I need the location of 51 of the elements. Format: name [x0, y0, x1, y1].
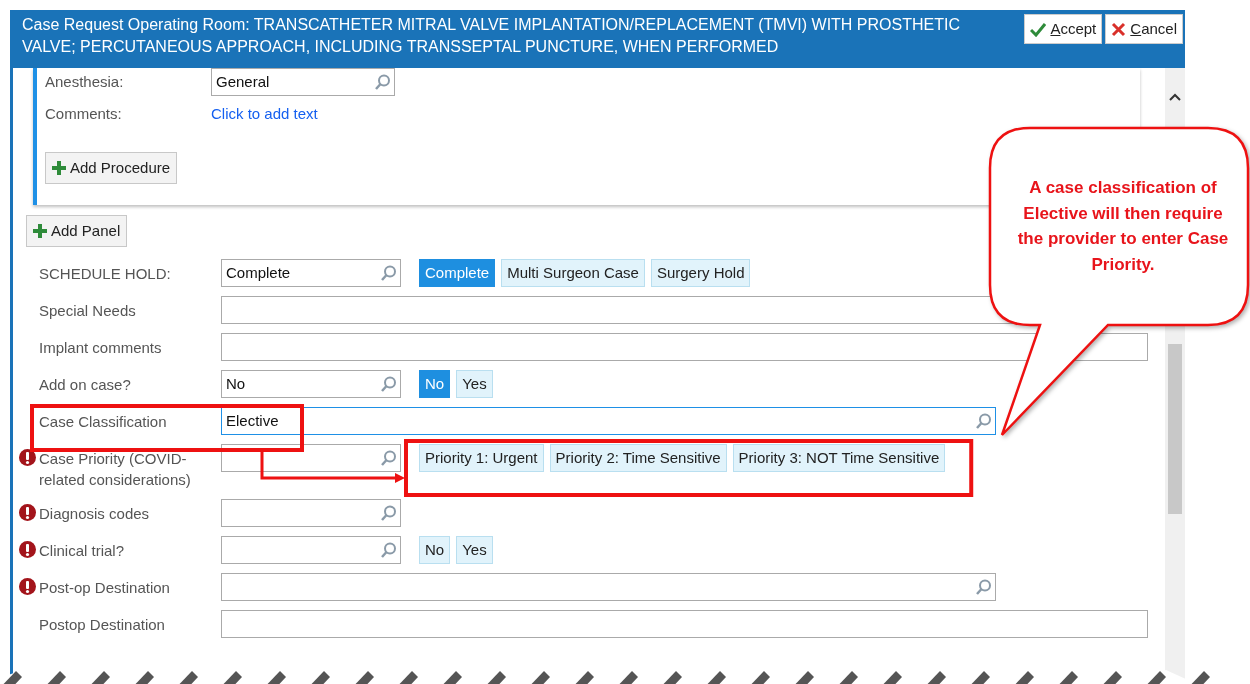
option-button[interactable]: Yes: [456, 536, 493, 564]
lookup-field[interactable]: [221, 536, 401, 564]
option-button[interactable]: Priority 2: Time Sensitive: [549, 444, 727, 472]
lookup-field[interactable]: Elective: [221, 407, 996, 435]
cancel-button[interactable]: Cancel: [1105, 14, 1183, 44]
field-label: Post-op Destination: [39, 578, 170, 598]
search-icon[interactable]: [380, 265, 396, 281]
search-icon[interactable]: [374, 74, 390, 90]
field-label: Postop Destination: [39, 615, 165, 635]
field-label: Comments:: [45, 103, 123, 124]
lookup-field[interactable]: [221, 573, 996, 601]
window-title: Case Request Operating Room: TRANSCATHETER MITRAL VALVE IMPLANTATION/REPLACEMENT (TMVI) WITH PROSTHETIC VALVE; PERCUTANEOUS APPROACH, INCLUDING TRANSSEPTAL PUNCTURE, WHEN PERFORMED: [22, 15, 961, 57]
option-button[interactable]: Priority 3: NOT Time Sensitive: [732, 444, 946, 472]
lookup-field[interactable]: Complete: [221, 259, 401, 287]
text-field[interactable]: [221, 333, 1148, 361]
option-button[interactable]: No: [419, 536, 451, 564]
add-text-link[interactable]: Click to add text: [211, 102, 318, 126]
option-button[interactable]: Surgery Hold: [650, 259, 751, 287]
option-button[interactable]: Multi Surgeon Case: [501, 259, 645, 287]
callout-text: A case classification of Elective will then require the provider to enter Case Priority.: [1016, 177, 1230, 276]
lookup-field[interactable]: [221, 444, 401, 472]
plus-icon: [52, 161, 66, 175]
text-field[interactable]: [221, 610, 1148, 638]
lookup-field[interactable]: [221, 499, 401, 527]
lookup-field[interactable]: General: [211, 68, 395, 96]
option-button[interactable]: Priority 1: Urgent: [419, 444, 544, 472]
scroll-thumb[interactable]: [1168, 344, 1182, 514]
check-icon: [1030, 21, 1047, 37]
lookup-field[interactable]: No: [221, 370, 401, 398]
close-icon: [1111, 21, 1127, 37]
search-icon[interactable]: [380, 376, 396, 392]
search-icon[interactable]: [380, 450, 396, 466]
add-procedure-button[interactable]: Add Procedure: [45, 152, 178, 184]
search-icon[interactable]: [975, 579, 991, 595]
accept-button[interactable]: Accept: [1024, 14, 1103, 44]
field-label: SCHEDULE HOLD:: [39, 264, 171, 284]
option-button[interactable]: Yes: [456, 370, 493, 398]
field-label: Implant comments: [39, 338, 162, 358]
field-label: Diagnosis codes: [39, 504, 150, 524]
search-icon[interactable]: [975, 413, 991, 429]
field-label: Special Needs: [39, 301, 136, 321]
search-icon[interactable]: [380, 505, 396, 521]
field-label: Case Priority (COVID-related considerations): [39, 449, 192, 490]
plus-icon: [33, 224, 47, 238]
field-label: Add on case?: [39, 375, 131, 395]
field-label: Anesthesia:: [45, 71, 125, 92]
search-icon[interactable]: [380, 542, 396, 558]
scroll-up-icon[interactable]: [1168, 92, 1182, 102]
add-panel-button[interactable]: Add Panel: [26, 215, 128, 247]
field-label: Case Classification: [39, 412, 167, 432]
field-label: Clinical trial?: [39, 541, 125, 561]
